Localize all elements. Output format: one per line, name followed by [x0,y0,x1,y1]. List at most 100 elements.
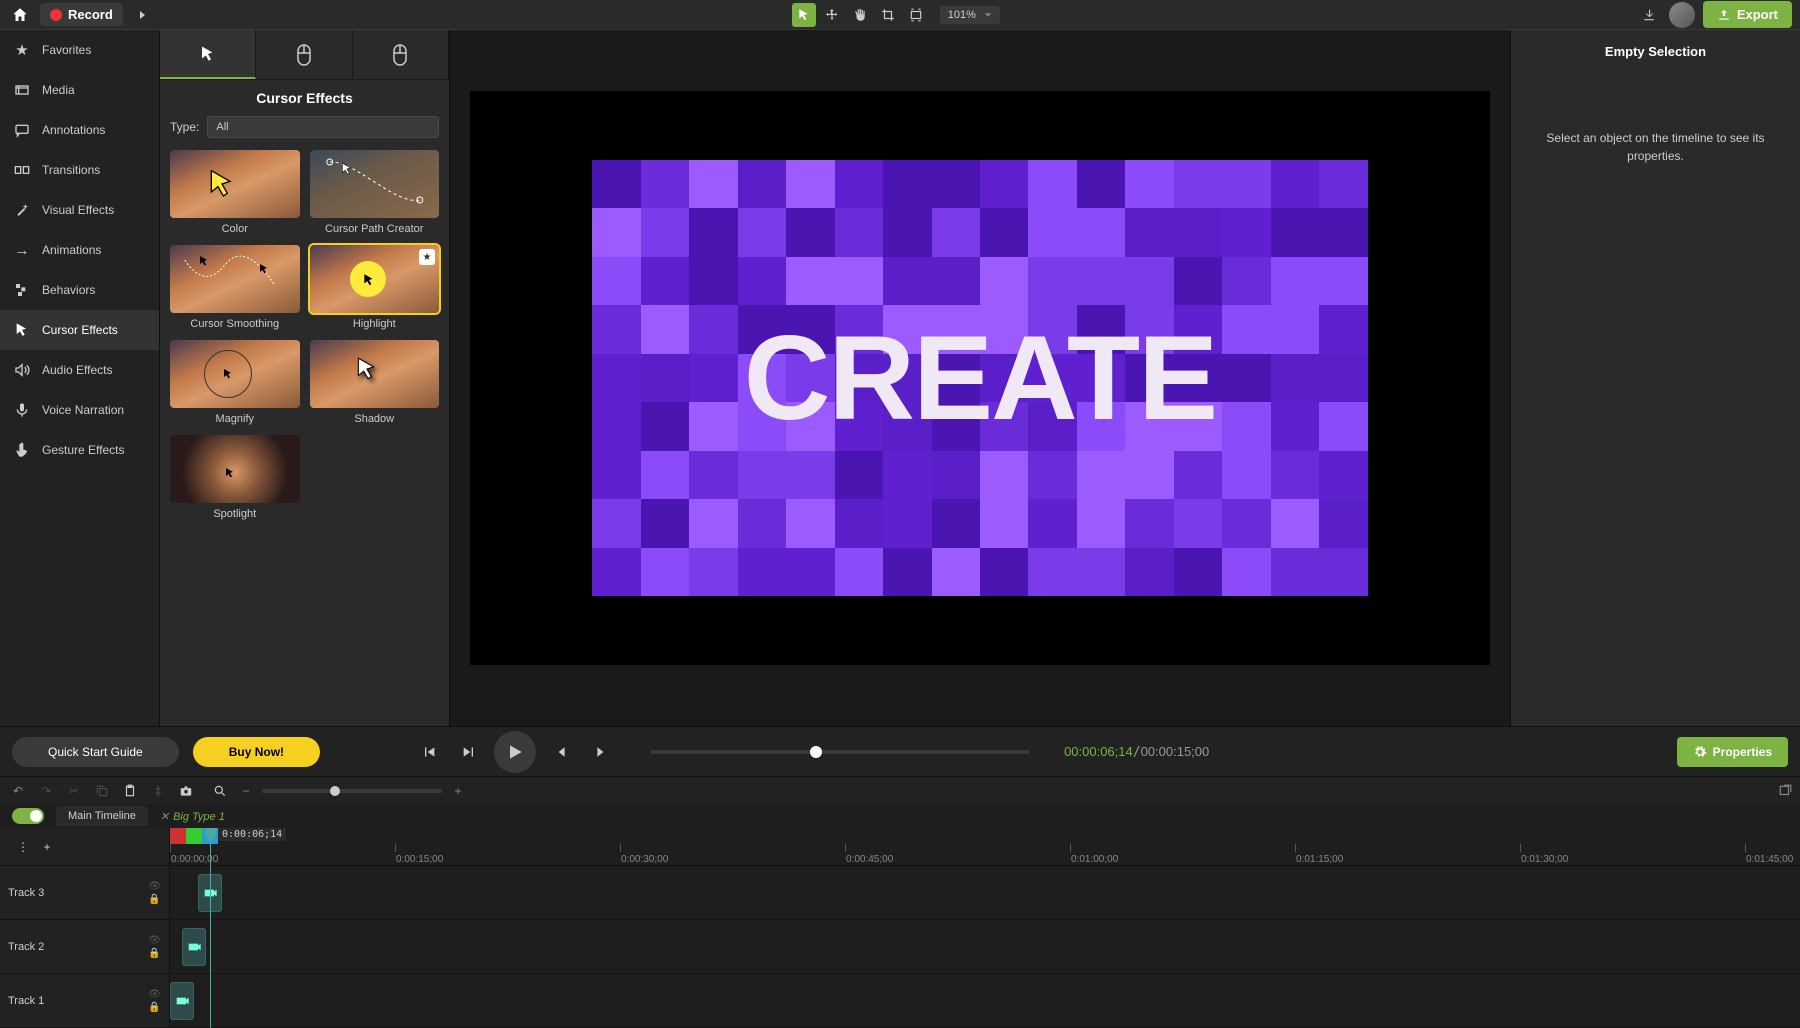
sidebar-item-animations[interactable]: → Animations [0,230,159,270]
sidebar-item-label: Behaviors [42,283,95,297]
tool-move[interactable] [820,3,844,27]
timeline-tab-main[interactable]: Main Timeline [56,806,148,826]
seek-handle[interactable] [810,746,822,758]
buy-now-button[interactable]: Buy Now! [193,737,320,767]
sidebar-item-favorites[interactable]: ★Favorites [0,30,159,70]
fx-spotlight[interactable]: Spotlight [170,435,300,520]
seek-bar[interactable] [650,750,1030,754]
sidebar-item-transitions[interactable]: Transitions [0,150,159,190]
quick-start-button[interactable]: Quick Start Guide [12,737,179,767]
chevron-down-icon [984,11,992,19]
fx-tab-cursor[interactable] [160,30,256,79]
canvas-text: CREATE [744,309,1216,447]
prev-frame-button[interactable] [414,737,444,767]
fx-tab-leftclick[interactable] [256,30,352,79]
sidebar-item-visualeffects[interactable]: Visual Effects [0,190,159,230]
sidebar-item-media[interactable]: Media [0,70,159,110]
redo-button[interactable]: ↷ [36,781,56,801]
snapshot-button[interactable] [176,781,196,801]
track-1[interactable] [170,974,1800,1028]
copy-button[interactable] [92,781,112,801]
properties-panel: Empty Selection Select an object on the … [1510,30,1800,726]
track-3[interactable] [170,866,1800,920]
timeline-ruler[interactable]: 0:00:06;14 0:00:00;000:00:15;000:00:30;0… [170,828,1800,866]
eye-icon[interactable]: 👁 [148,881,161,892]
prev-marker-button[interactable] [546,737,576,767]
preview-canvas[interactable]: CREATE [470,91,1490,665]
play-button[interactable] [494,731,536,773]
zoom-in-button[interactable]: + [448,781,468,801]
fx-color[interactable]: Color [170,150,300,235]
tool-crop[interactable] [876,3,900,27]
favorite-star-icon: ★ [419,249,435,265]
expand-dropdown-button[interactable] [131,3,155,27]
media-icon [12,80,32,100]
next-frame-button[interactable] [454,737,484,767]
properties-button[interactable]: Properties [1677,737,1788,767]
detach-timeline-button[interactable] [1778,784,1792,798]
sidebar-item-annotations[interactable]: Annotations [0,110,159,150]
fx-shadow[interactable]: Shadow [310,340,440,425]
next-marker-button[interactable] [586,737,616,767]
fx-highlight[interactable]: ★ Highlight [310,245,440,330]
tool-screenshot[interactable] [904,3,928,27]
zoom-display[interactable]: 101% [940,6,1000,24]
tool-hand[interactable] [848,3,872,27]
track-header-1[interactable]: Track 1👁🔒 [0,974,169,1028]
timeline-zoom-slider[interactable] [262,789,442,793]
arrow-icon: → [12,240,32,260]
track-options-button[interactable]: ⋮ [13,837,33,857]
fx-type-select[interactable]: All [207,116,439,138]
sidebar-item-gestureeffects[interactable]: Gesture Effects [0,430,159,470]
fx-magnify[interactable]: Magnify [170,340,300,425]
canvas-area: CREATE [450,30,1510,726]
cut-button[interactable]: ✂ [64,781,84,801]
behaviors-icon [12,280,32,300]
split-button[interactable] [148,781,168,801]
gesture-icon [12,440,32,460]
eye-icon[interactable]: 👁 [148,935,161,946]
sidebar-item-audioeffects[interactable]: Audio Effects [0,350,159,390]
gear-icon [1693,745,1707,759]
paste-button[interactable] [120,781,140,801]
fx-tab-rightclick[interactable] [353,30,449,79]
topbar: Record 101% Export [0,0,1800,30]
lock-icon[interactable]: 🔒 [148,948,161,959]
properties-message: Select an object on the timeline to see … [1525,129,1786,165]
timeline-toggle[interactable] [12,808,44,824]
wand-icon [12,200,32,220]
sidebar-item-cursoreffects[interactable]: Cursor Effects [0,310,159,350]
add-track-button[interactable]: + [37,837,57,857]
track-header-2[interactable]: Track 2👁🔒 [0,920,169,974]
zoom-fit-button[interactable] [210,781,230,801]
track-header-3[interactable]: Track 3👁🔒 [0,866,169,920]
clip[interactable] [182,928,206,966]
tool-select[interactable] [792,3,816,27]
close-icon[interactable]: ✕ [160,811,169,823]
sidebar-item-label: Animations [42,243,101,257]
home-button[interactable] [8,3,32,27]
clip[interactable] [170,982,194,1020]
lock-icon[interactable]: 🔒 [148,894,161,905]
lock-icon[interactable]: 🔒 [148,1002,161,1013]
fx-smoothing[interactable]: Cursor Smoothing [170,245,300,330]
sidebar-item-behaviors[interactable]: Behaviors [0,270,159,310]
export-button[interactable]: Export [1703,1,1792,28]
timeline-tab-sub[interactable]: ✕Big Type 1 [148,806,237,827]
export-label: Export [1737,7,1778,22]
properties-title: Empty Selection [1525,44,1786,59]
track-2[interactable] [170,920,1800,974]
fx-label: Color [170,223,300,235]
fx-pathcreator[interactable]: Cursor Path Creator [310,150,440,235]
zoom-out-button[interactable]: − [236,781,256,801]
transport-bar: Quick Start Guide Buy Now! 00:00:06;14/0… [0,726,1800,776]
fx-label: Highlight [310,318,440,330]
playhead[interactable] [210,828,211,1028]
eye-icon[interactable]: 👁 [148,989,161,1000]
undo-button[interactable]: ↶ [8,781,28,801]
record-button[interactable]: Record [40,3,123,26]
download-button[interactable] [1637,3,1661,27]
playhead-time: 0:00:06;14 [218,828,286,841]
user-avatar[interactable] [1669,2,1695,28]
sidebar-item-voicenarration[interactable]: Voice Narration [0,390,159,430]
